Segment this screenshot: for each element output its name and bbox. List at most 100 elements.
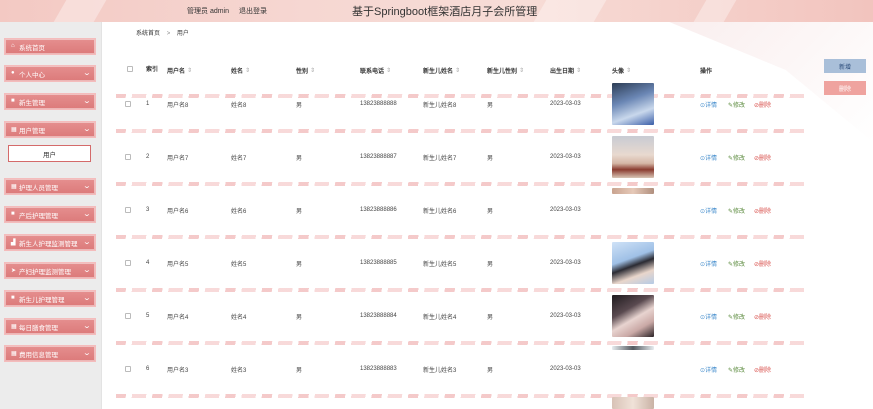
sidebar-item-label: 每日膳食管理	[19, 324, 58, 332]
edit-button[interactable]: ✎修改	[728, 78, 745, 130]
cell-username: 用户名7	[167, 155, 189, 162]
view-button[interactable]: ⊙详情	[700, 78, 717, 130]
sort-icon: ⇕	[455, 67, 461, 74]
edit-button[interactable]: ✎修改	[728, 131, 745, 183]
remove-button[interactable]: ⊘删除	[754, 78, 771, 130]
view-button[interactable]: ⊙详情	[700, 131, 717, 183]
cell-baby-name: 新生儿姓名7	[423, 155, 457, 162]
cell-index: 4	[146, 260, 150, 266]
sidebar-item-nurse[interactable]: ▦ 护理人员管理 ⌄	[4, 178, 96, 195]
sidebar-item-newborn-care[interactable]: ■ 新生儿护理管理 ⌄	[4, 290, 96, 307]
sidebar-item-label: 产妇护理监测管理	[19, 268, 71, 276]
chevron-down-icon: ⌄	[82, 323, 92, 330]
add-button[interactable]: 新增	[824, 59, 866, 73]
cell-birth: 2023-03-03	[550, 154, 581, 160]
edit-button[interactable]: ✎修改	[728, 290, 745, 342]
sidebar-item-label: 系统首页	[19, 44, 45, 52]
row-checkbox[interactable]	[125, 154, 131, 160]
view-button[interactable]: ⊙详情	[700, 290, 717, 342]
view-button[interactable]: ⊙详情	[700, 237, 717, 289]
sort-icon: ⇕	[310, 67, 316, 74]
sort-icon: ⇕	[519, 67, 525, 74]
sidebar-item-users[interactable]: ▦ 用户管理 ⌄	[4, 121, 96, 138]
select-all-checkbox[interactable]	[127, 66, 133, 72]
cell-username: 用户名4	[167, 314, 189, 321]
avatar	[612, 295, 654, 337]
top-header: 管理员 admin 退出登录 基于Springboot框架酒店月子会所管理	[0, 0, 873, 22]
remove-button[interactable]: ⊘删除	[754, 343, 771, 395]
sidebar-item-postpartum[interactable]: ■ 产后护理管理 ⌄	[4, 206, 96, 223]
cell-baby-gender: 男	[487, 314, 494, 321]
row-divider	[116, 394, 804, 398]
breadcrumb: 系统首页 > 用户	[136, 28, 189, 37]
sidebar-item-home[interactable]: ⌂ 系统首页	[4, 38, 96, 55]
cell-username: 用户名8	[167, 102, 189, 109]
cell-name: 姓名6	[231, 208, 247, 215]
bag-icon: ■	[11, 295, 15, 301]
table-row: 2 用户名7 姓名7 男 13823888887 新生儿姓名7 男 2023-0…	[116, 131, 800, 183]
chevron-down-icon: ⌄	[82, 295, 92, 302]
row-checkbox[interactable]	[125, 260, 131, 266]
delete-button[interactable]: 删除	[824, 81, 866, 95]
avatar	[612, 136, 654, 178]
sidebar-item-label: 个人中心	[19, 71, 45, 79]
logout-link[interactable]: 退出登录	[239, 8, 267, 15]
users-icon: ▦	[11, 127, 17, 133]
sidebar-item-profile[interactable]: ● 个人中心 ⌄	[4, 65, 96, 82]
cell-index: 3	[146, 207, 150, 213]
chevron-down-icon: ⌄	[82, 126, 92, 133]
header-user: 管理员 admin 退出登录	[187, 6, 267, 16]
view-button[interactable]: ⊙详情	[700, 343, 717, 395]
cell-birth: 2023-03-03	[550, 101, 581, 107]
sidebar-item-newborn[interactable]: ■ 新生管理 ⌄	[4, 93, 96, 110]
row-checkbox[interactable]	[125, 207, 131, 213]
sidebar-item-label: 护理人员管理	[19, 184, 58, 192]
sidebar-item-fees[interactable]: ▦ 费用信息管理 ⌄	[4, 345, 96, 362]
cell-baby-gender: 男	[487, 261, 494, 268]
cell-gender: 男	[296, 208, 303, 215]
grid-icon: ▦	[11, 351, 17, 357]
chevron-down-icon: ⌄	[82, 98, 92, 105]
row-checkbox[interactable]	[125, 313, 131, 319]
cell-baby-gender: 男	[487, 367, 494, 374]
sidebar-item-label: 新生儿护理管理	[19, 296, 65, 304]
cell-phone: 13823888886	[360, 207, 397, 213]
row-checkbox[interactable]	[125, 101, 131, 107]
cell-gender: 男	[296, 102, 303, 109]
care-icon: ■	[11, 211, 15, 217]
sidebar-item-label: 新生人护理监测管理	[19, 240, 78, 248]
sidebar-item-mother-monitor[interactable]: ➤ 产妇护理监测管理 ⌄	[4, 262, 96, 279]
breadcrumb-current: 用户	[176, 31, 189, 37]
remove-button[interactable]: ⊘删除	[754, 237, 771, 289]
edit-button[interactable]: ✎修改	[728, 184, 745, 236]
cell-birth: 2023-03-03	[550, 366, 581, 372]
cell-phone: 13823888883	[360, 366, 397, 372]
sidebar-item-label: 费用信息管理	[19, 351, 58, 359]
breadcrumb-home[interactable]: 系统首页	[136, 31, 160, 37]
cell-baby-name: 新生儿姓名8	[423, 102, 457, 109]
app-title: 基于Springboot框架酒店月子会所管理	[352, 6, 538, 18]
cell-index: 6	[146, 366, 150, 372]
cell-baby-gender: 男	[487, 155, 494, 162]
sidebar-subitem-user[interactable]: 用户	[8, 145, 91, 162]
chart-icon: ▟	[11, 240, 16, 246]
sort-icon: ⇕	[245, 67, 251, 74]
edit-button[interactable]: ✎修改	[728, 237, 745, 289]
view-button[interactable]: ⊙详情	[700, 184, 717, 236]
avatar	[612, 242, 654, 284]
sidebar-item-newborn-monitor[interactable]: ▟ 新生人护理监测管理 ⌄	[4, 234, 96, 251]
breadcrumb-separator: >	[166, 31, 171, 37]
edit-button[interactable]: ✎修改	[728, 343, 745, 395]
cell-gender: 男	[296, 155, 303, 162]
cell-phone: 13823888887	[360, 154, 397, 160]
cell-baby-name: 新生儿姓名5	[423, 261, 457, 268]
avatar	[612, 397, 654, 409]
remove-button[interactable]: ⊘删除	[754, 131, 771, 183]
remove-button[interactable]: ⊘删除	[754, 184, 771, 236]
cell-username: 用户名5	[167, 261, 189, 268]
sidebar-item-label: 用户管理	[19, 127, 45, 135]
remove-button[interactable]: ⊘删除	[754, 290, 771, 342]
table-row: 4 用户名5 姓名5 男 13823888885 新生儿姓名5 男 2023-0…	[116, 237, 800, 289]
row-checkbox[interactable]	[125, 366, 131, 372]
sidebar-item-meals[interactable]: ▦ 每日膳食管理 ⌄	[4, 318, 96, 335]
